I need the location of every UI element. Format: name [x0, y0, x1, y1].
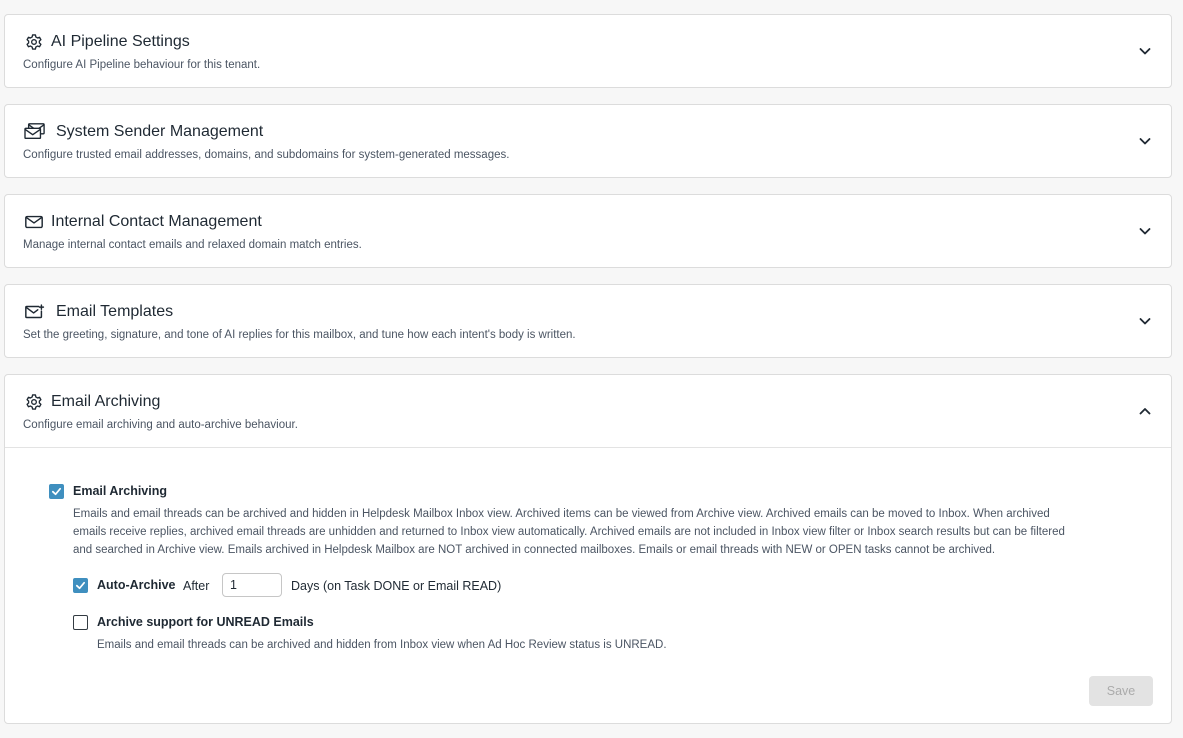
panel-description: Configure email archiving and auto-archi… [23, 419, 298, 431]
chevron-up-icon[interactable] [1135, 401, 1155, 421]
archive-unread-checkbox[interactable] [73, 615, 88, 630]
envelope-icon [23, 211, 45, 233]
panel-header-email-templates[interactable]: Email Templates Set the greeting, signat… [5, 285, 1171, 357]
archive-unread-label: Archive support for UNREAD Emails [97, 615, 314, 629]
envelope-edit-icon [23, 301, 47, 323]
panel-header-internal-contact[interactable]: Internal Contact Management Manage inter… [5, 195, 1171, 267]
email-archiving-description-line-2: emails receive replies, archived email t… [73, 526, 1065, 538]
panel-email-archiving: Email Archiving Configure email archivin… [4, 374, 1172, 724]
email-archiving-label: Email Archiving [73, 484, 168, 498]
auto-archive-checkbox[interactable] [73, 578, 88, 593]
auto-archive-label: Auto-Archive [97, 578, 176, 592]
panel-title: AI Pipeline Settings [51, 33, 190, 50]
panel-description: Configure trusted email addresses, domai… [23, 149, 510, 161]
panel-header-system-sender[interactable]: System Sender Management Configure trust… [5, 105, 1171, 177]
email-archiving-body: Email Archiving Emails and email threads… [5, 447, 1171, 724]
chevron-down-icon[interactable] [1135, 41, 1155, 61]
panel-title: System Sender Management [56, 123, 264, 140]
panel-title: Email Templates [56, 303, 174, 320]
panel-email-templates: Email Templates Set the greeting, signat… [4, 284, 1172, 358]
settings-page: AI Pipeline Settings Configure AI Pipeli… [0, 0, 1183, 738]
panel-system-sender-management: System Sender Management Configure trust… [4, 104, 1172, 178]
panel-header-ai-pipeline[interactable]: AI Pipeline Settings Configure AI Pipeli… [5, 15, 1171, 87]
mail-stack-icon [23, 121, 47, 143]
panel-description: Set the greeting, signature, and tone of… [23, 329, 576, 341]
chevron-down-icon[interactable] [1135, 311, 1155, 331]
chevron-down-icon[interactable] [1135, 221, 1155, 241]
email-archiving-checkbox[interactable] [49, 484, 64, 499]
panel-title: Email Archiving [51, 393, 161, 410]
panel-ai-pipeline-settings: AI Pipeline Settings Configure AI Pipeli… [4, 14, 1172, 88]
panel-description: Manage internal contact emails and relax… [23, 239, 362, 251]
gear-icon [23, 391, 45, 413]
gear-icon [23, 31, 45, 53]
archive-unread-description: Emails and email threads can be archived… [97, 639, 667, 651]
auto-archive-days-suffix: Days (on Task DONE or Email READ) [291, 579, 502, 593]
panel-header-email-archiving[interactable]: Email Archiving Configure email archivin… [5, 375, 1171, 447]
email-archiving-description-line-3: and searched in Archive view. Emails arc… [73, 544, 996, 556]
email-archiving-description-line-1: Emails and email threads can be archived… [73, 508, 1050, 520]
chevron-down-icon[interactable] [1135, 131, 1155, 151]
auto-archive-days-input[interactable] [222, 573, 282, 597]
auto-archive-after-text: After [183, 579, 210, 593]
panel-description: Configure AI Pipeline behaviour for this… [23, 59, 261, 71]
panel-internal-contact-management: Internal Contact Management Manage inter… [4, 194, 1172, 268]
save-button[interactable]: Save [1089, 676, 1153, 706]
panel-title: Internal Contact Management [51, 213, 262, 230]
